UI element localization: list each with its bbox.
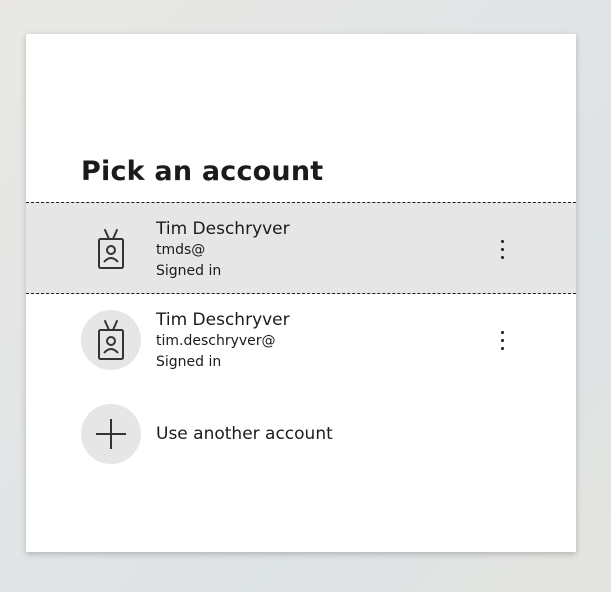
account-email: tim.deschryver@ bbox=[156, 333, 276, 349]
account-status: Signed in bbox=[156, 263, 222, 279]
use-another-account-label: Use another account bbox=[156, 424, 333, 444]
more-options-button[interactable] bbox=[488, 233, 516, 265]
badge-icon bbox=[98, 229, 124, 269]
account-picker-dialog: Pick an account Tim Deschryver tmds@ Sig… bbox=[26, 34, 576, 552]
account-status: Signed in bbox=[156, 354, 222, 370]
account-name: Tim Deschryver bbox=[156, 310, 290, 330]
plus-icon bbox=[96, 419, 126, 449]
account-info: Tim Deschryver tmds@ Signed in bbox=[156, 218, 290, 282]
account-avatar bbox=[81, 310, 141, 370]
dialog-title: Pick an account bbox=[81, 156, 324, 187]
account-list: Tim Deschryver tmds@ Signed in Tim Desch… bbox=[26, 202, 576, 386]
account-email: tmds@ bbox=[156, 242, 206, 258]
add-account-avatar bbox=[81, 404, 141, 464]
account-avatar bbox=[81, 219, 141, 279]
account-info: Tim Deschryver tim.deschryver@ Signed in bbox=[156, 309, 290, 373]
more-dots-icon bbox=[500, 239, 504, 243]
account-row-tmds[interactable]: Tim Deschryver tmds@ Signed in bbox=[26, 202, 576, 294]
use-another-account-button[interactable]: Use another account bbox=[26, 402, 576, 466]
badge-icon bbox=[98, 320, 124, 360]
more-dots-icon bbox=[500, 330, 504, 334]
more-options-button[interactable] bbox=[488, 324, 516, 356]
account-row-tim-deschryver[interactable]: Tim Deschryver tim.deschryver@ Signed in bbox=[26, 294, 576, 386]
account-name: Tim Deschryver bbox=[156, 219, 290, 239]
